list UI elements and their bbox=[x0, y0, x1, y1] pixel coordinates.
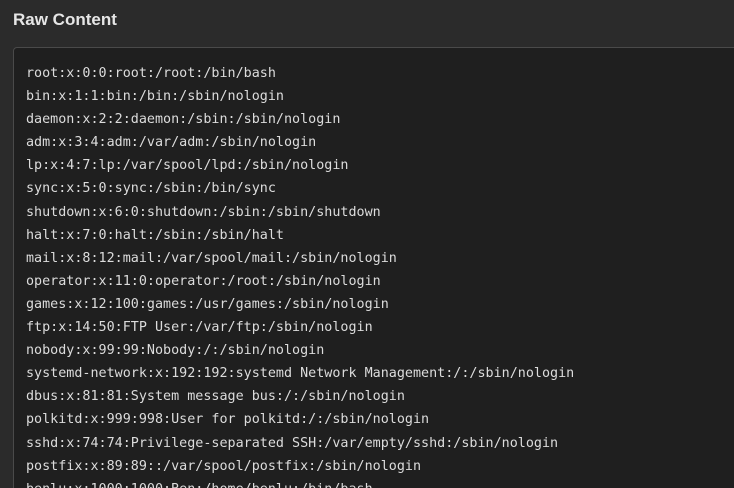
content-line: systemd-network:x:192:192:systemd Networ… bbox=[26, 366, 575, 382]
content-line: ftp:x:14:50:FTP User:/var/ftp:/sbin/nolo… bbox=[26, 320, 373, 336]
content-line: polkitd:x:999:998:User for polkitd:/:/sb… bbox=[26, 412, 430, 428]
section-title: Raw Content bbox=[13, 10, 117, 29]
content-line: dbus:x:81:81:System message bus:/:/sbin/… bbox=[26, 389, 405, 405]
raw-content-text: root:x:0:0:root:/root:/bin/bash bin:x:1:1… bbox=[26, 62, 574, 488]
content-line: daemon:x:2:2:daemon:/sbin:/sbin/nologin bbox=[26, 112, 341, 128]
content-line: operator:x:11:0:operator:/root:/sbin/nol… bbox=[26, 273, 381, 289]
content-line: nobody:x:99:99:Nobody:/:/sbin/nologin bbox=[26, 343, 325, 359]
content-line: benlu:x:1000:1000:Ben:/home/benlu:/bin/b… bbox=[26, 478, 574, 488]
content-line: adm:x:3:4:adm:/var/adm:/sbin/nologin bbox=[26, 135, 317, 151]
content-line: halt:x:7:0:halt:/sbin:/sbin/halt bbox=[26, 227, 284, 243]
content-line: mail:x:8:12:mail:/var/spool/mail:/sbin/n… bbox=[26, 250, 397, 266]
content-line: games:x:12:100:games:/usr/games:/sbin/no… bbox=[26, 296, 389, 312]
content-line: shutdown:x:6:0:shutdown:/sbin:/sbin/shut… bbox=[26, 204, 381, 220]
content-line: lp:x:4:7:lp:/var/spool/lpd:/sbin/nologin bbox=[26, 158, 349, 174]
content-line: postfix:x:89:89::/var/spool/postfix:/sbi… bbox=[26, 458, 422, 474]
content-line: bin:x:1:1:bin:/bin:/sbin/nologin bbox=[26, 89, 284, 105]
content-line: sync:x:5:0:sync:/sbin:/bin/sync bbox=[26, 181, 276, 197]
raw-content-panel[interactable]: root:x:0:0:root:/root:/bin/bash bin:x:1:1… bbox=[13, 47, 734, 488]
content-line: sshd:x:74:74:Privilege-separated SSH:/va… bbox=[26, 435, 559, 451]
content-line: root:x:0:0:root:/root:/bin/bash bbox=[26, 66, 276, 81]
